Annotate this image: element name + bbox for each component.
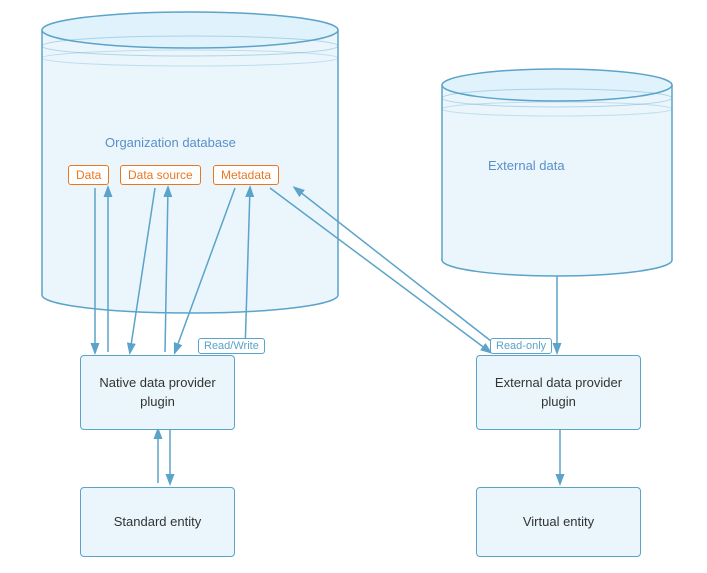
virtual-entity-box: Virtual entity <box>476 487 641 557</box>
metadata-tag: Metadata <box>213 165 279 185</box>
external-provider-box: External data providerplugin <box>476 355 641 430</box>
readwrite-badge: Read/Write <box>198 338 265 354</box>
ext-db-label: External data <box>488 158 565 173</box>
data-tag: Data <box>68 165 109 185</box>
org-db-label: Organization database <box>105 135 236 150</box>
diagram-container: Organization database External data Data… <box>0 0 707 573</box>
datasource-tag: Data source <box>120 165 201 185</box>
native-provider-box: Native data providerplugin <box>80 355 235 430</box>
standard-entity-box: Standard entity <box>80 487 235 557</box>
readonly-badge: Read-only <box>490 338 552 354</box>
